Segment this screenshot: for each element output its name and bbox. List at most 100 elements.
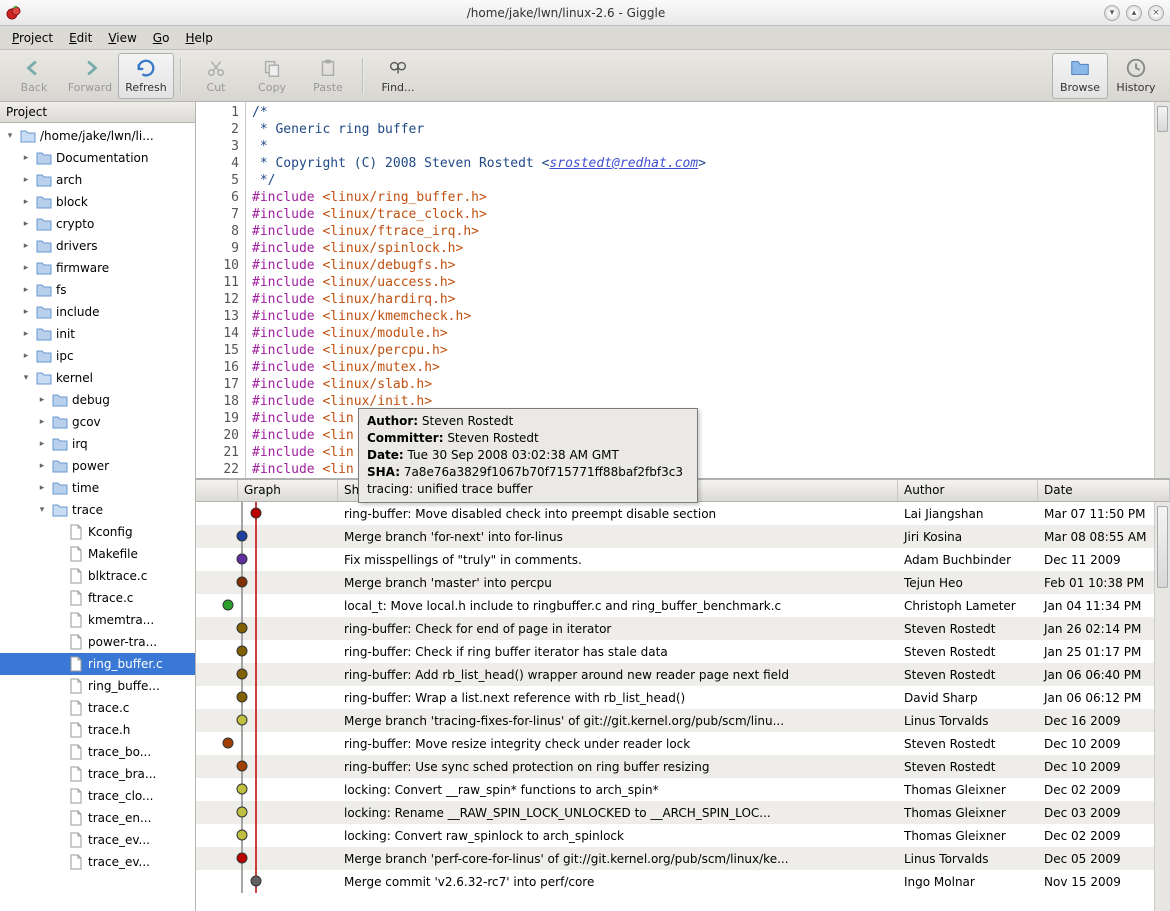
commits-scrollbar[interactable]	[1154, 502, 1170, 911]
code-viewer: 12345678910111213141516171819202122 /* *…	[196, 102, 1170, 480]
commit-row[interactable]: ring-buffer: Check if ring buffer iterat…	[196, 640, 1170, 663]
commit-row[interactable]: ring-buffer: Wrap a list.next reference …	[196, 686, 1170, 709]
commit-author: Steven Rostedt	[898, 737, 1038, 751]
tree-item[interactable]: ▸gcov	[0, 411, 195, 433]
graph-cell	[196, 824, 338, 847]
menu-project[interactable]: Project	[4, 28, 61, 48]
col-action[interactable]	[196, 480, 238, 501]
toolbar-separator	[180, 58, 182, 94]
find-button[interactable]: Find...	[370, 53, 426, 99]
tree-item[interactable]: ▸ipc	[0, 345, 195, 367]
col-graph[interactable]: Graph	[238, 480, 338, 501]
tree-item[interactable]: ftrace.c	[0, 587, 195, 609]
commit-row[interactable]: ring-buffer: Check for end of page in it…	[196, 617, 1170, 640]
graph-cell	[196, 663, 338, 686]
commit-row[interactable]: ring-buffer: Add rb_list_head() wrapper …	[196, 663, 1170, 686]
menu-help[interactable]: Help	[177, 28, 220, 48]
commit-row[interactable]: local_t: Move local.h include to ringbuf…	[196, 594, 1170, 617]
commit-row[interactable]: Merge branch 'for-next' into for-linus J…	[196, 525, 1170, 548]
tree-item[interactable]: ▸Documentation	[0, 147, 195, 169]
commit-row[interactable]: ring-buffer: Move disabled check into pr…	[196, 502, 1170, 525]
commit-row[interactable]: Merge branch 'perf-core-for-linus' of gi…	[196, 847, 1170, 870]
minimize-button[interactable]: ▾	[1104, 5, 1120, 21]
tree-item[interactable]: ▸block	[0, 191, 195, 213]
tree-item[interactable]: ▸init	[0, 323, 195, 345]
tooltip-author: Steven Rostedt	[418, 414, 513, 428]
tree-item[interactable]: ▸drivers	[0, 235, 195, 257]
commit-author: Adam Buchbinder	[898, 553, 1038, 567]
commit-row[interactable]: ring-buffer: Move resize integrity check…	[196, 732, 1170, 755]
close-button[interactable]: ×	[1148, 5, 1164, 21]
copy-button[interactable]: Copy	[244, 53, 300, 99]
tree-item[interactable]: ▸firmware	[0, 257, 195, 279]
cut-button[interactable]: Cut	[188, 53, 244, 99]
tree-label: trace.c	[88, 701, 129, 715]
tree-item[interactable]: trace.h	[0, 719, 195, 741]
toolbar: Back Forward Refresh Cut Copy Paste Find…	[0, 50, 1170, 102]
tree-item[interactable]: ▸irq	[0, 433, 195, 455]
tree-item[interactable]: ▸debug	[0, 389, 195, 411]
tree-label: power-tra...	[88, 635, 157, 649]
tree-item[interactable]: ▸fs	[0, 279, 195, 301]
tree-item[interactable]: power-tra...	[0, 631, 195, 653]
refresh-button[interactable]: Refresh	[118, 53, 174, 99]
col-date[interactable]: Date	[1038, 480, 1170, 501]
commit-log: locking: Convert raw_spinlock to arch_sp…	[338, 829, 898, 843]
back-button[interactable]: Back	[6, 53, 62, 99]
commit-date: Dec 03 2009	[1038, 806, 1170, 820]
window-title: /home/jake/lwn/linux-2.6 - Giggle	[28, 6, 1104, 20]
tooltip-committer: Steven Rostedt	[444, 431, 539, 445]
commit-row[interactable]: Merge branch 'master' into percpu Tejun …	[196, 571, 1170, 594]
tree-item[interactable]: ▾trace	[0, 499, 195, 521]
tree-item[interactable]: ▸include	[0, 301, 195, 323]
commit-row[interactable]: Fix misspellings of "truly" in comments.…	[196, 548, 1170, 571]
menu-edit[interactable]: Edit	[61, 28, 100, 48]
tree-item[interactable]: trace_clo...	[0, 785, 195, 807]
tree-item[interactable]: ▾/home/jake/lwn/li...	[0, 125, 195, 147]
commit-row[interactable]: locking: Convert __raw_spin* functions t…	[196, 778, 1170, 801]
commits-body[interactable]: ring-buffer: Move disabled check into pr…	[196, 502, 1170, 911]
commit-row[interactable]: ring-buffer: Use sync sched protection o…	[196, 755, 1170, 778]
tree-label: /home/jake/lwn/li...	[40, 129, 154, 143]
graph-cell	[196, 571, 338, 594]
commit-log: Merge branch 'master' into percpu	[338, 576, 898, 590]
commit-author: Linus Torvalds	[898, 852, 1038, 866]
menu-view[interactable]: View	[100, 28, 144, 48]
commit-row[interactable]: Merge commit 'v2.6.32-rc7' into perf/cor…	[196, 870, 1170, 893]
history-button[interactable]: History	[1108, 53, 1164, 99]
tree-item[interactable]: blktrace.c	[0, 565, 195, 587]
code-scrollbar[interactable]	[1154, 102, 1170, 478]
commit-date: Dec 05 2009	[1038, 852, 1170, 866]
tree-item[interactable]: trace.c	[0, 697, 195, 719]
project-tree[interactable]: ▾/home/jake/lwn/li...▸Documentation▸arch…	[0, 123, 195, 911]
browse-button[interactable]: Browse	[1052, 53, 1108, 99]
tree-item[interactable]: ▸time	[0, 477, 195, 499]
tree-item[interactable]: kmemtra...	[0, 609, 195, 631]
tree-item-selected[interactable]: ring_buffer.c	[0, 653, 195, 675]
col-author[interactable]: Author	[898, 480, 1038, 501]
commit-date: Feb 01 10:38 PM	[1038, 576, 1170, 590]
tree-item[interactable]: ▸crypto	[0, 213, 195, 235]
graph-cell	[196, 709, 338, 732]
paste-button[interactable]: Paste	[300, 53, 356, 99]
tree-item[interactable]: trace_en...	[0, 807, 195, 829]
commit-author: Tejun Heo	[898, 576, 1038, 590]
forward-button[interactable]: Forward	[62, 53, 118, 99]
tree-item[interactable]: trace_ev...	[0, 829, 195, 851]
commit-row[interactable]: locking: Convert raw_spinlock to arch_sp…	[196, 824, 1170, 847]
tree-item[interactable]: ▾kernel	[0, 367, 195, 389]
tree-item[interactable]: trace_bo...	[0, 741, 195, 763]
tree-item[interactable]: ▸power	[0, 455, 195, 477]
tree-item[interactable]: Kconfig	[0, 521, 195, 543]
commit-row[interactable]: Merge branch 'tracing-fixes-for-linus' o…	[196, 709, 1170, 732]
tree-item[interactable]: trace_bra...	[0, 763, 195, 785]
menu-bar: Project Edit View Go Help	[0, 26, 1170, 50]
tree-item[interactable]: Makefile	[0, 543, 195, 565]
tree-item[interactable]: ring_buffe...	[0, 675, 195, 697]
maximize-button[interactable]: ▴	[1126, 5, 1142, 21]
commit-row[interactable]: locking: Rename __RAW_SPIN_LOCK_UNLOCKED…	[196, 801, 1170, 824]
tree-item[interactable]: trace_ev...	[0, 851, 195, 873]
commit-author: Thomas Gleixner	[898, 783, 1038, 797]
menu-go[interactable]: Go	[145, 28, 178, 48]
tree-item[interactable]: ▸arch	[0, 169, 195, 191]
